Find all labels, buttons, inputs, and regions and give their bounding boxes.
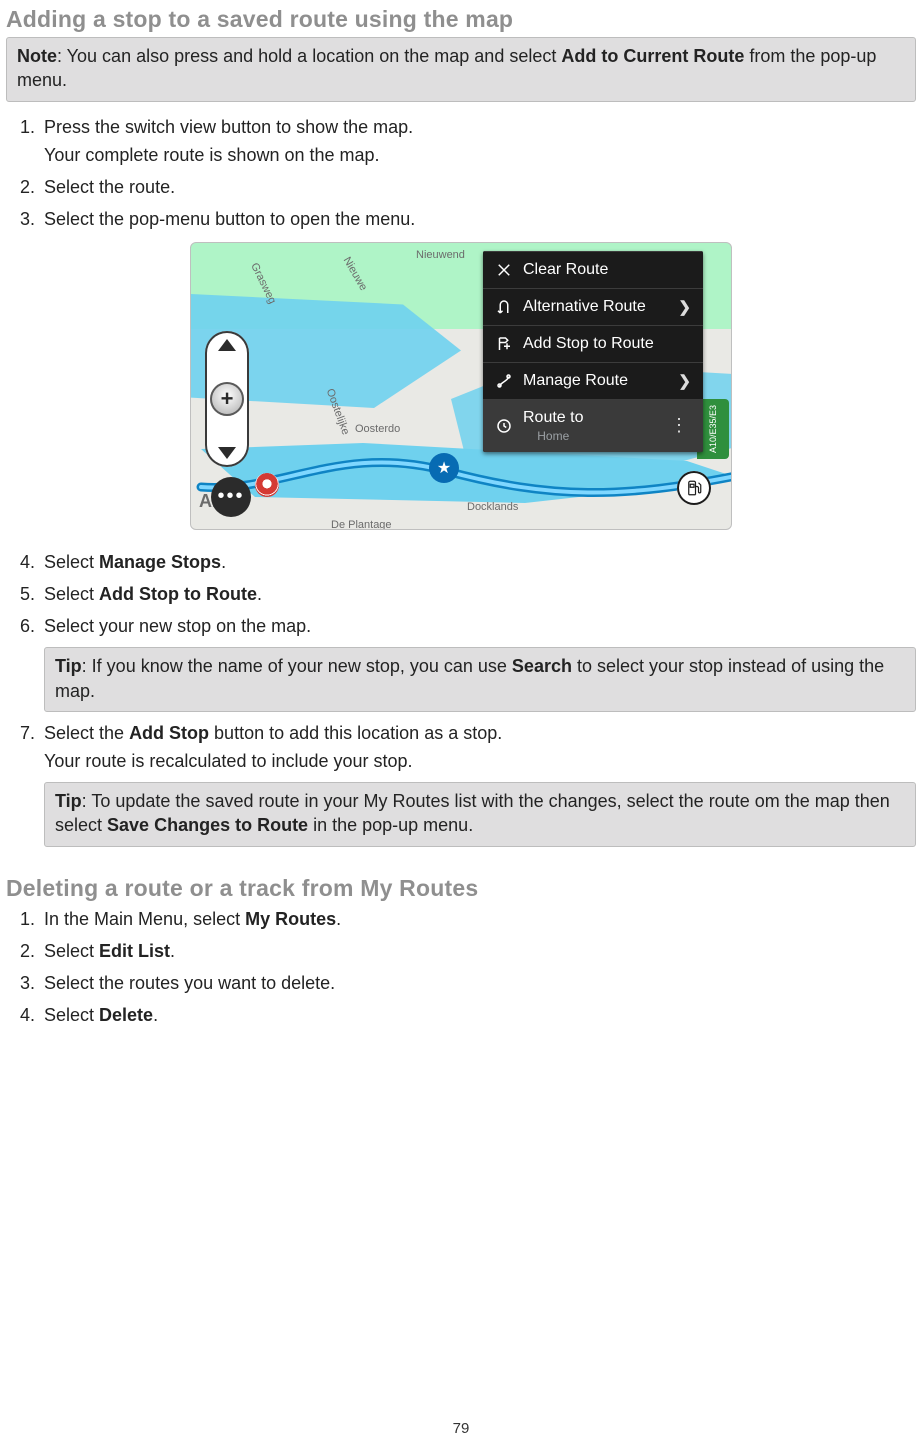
- route-popup-menu: Clear Route Alternative Route ❯ Add Stop…: [483, 251, 703, 452]
- menu-label: Add Stop to Route: [523, 335, 654, 353]
- heading-delete-route: Deleting a route or a track from My Rout…: [6, 875, 916, 902]
- step-3: Select the pop-menu button to open the m…: [40, 206, 916, 232]
- txt: .: [170, 941, 175, 961]
- tip-prefix: Tip: [55, 791, 82, 811]
- note-box: Note: You can also press and hold a loca…: [6, 37, 916, 102]
- chevron-right-icon: ❯: [678, 372, 691, 390]
- txt: Select: [44, 552, 99, 572]
- map-street-label: Docklands: [467, 501, 518, 513]
- txt: .: [153, 1005, 158, 1025]
- steps-list-2: In the Main Menu, select My Routes. Sele…: [6, 906, 916, 1028]
- menu-item-add-stop[interactable]: Add Stop to Route: [483, 325, 703, 362]
- step-5: Select Add Stop to Route.: [40, 581, 916, 607]
- tip-box-2: Tip: To update the saved route in your M…: [44, 782, 916, 847]
- txt: in the pop-up menu.: [308, 815, 473, 835]
- menu-label: Clear Route: [523, 261, 608, 279]
- step-2: Select the route.: [40, 174, 916, 200]
- map-figure-wrap: ★ Grasweg Nieuwe Nieuwend Sumatrakade Oo…: [6, 242, 916, 535]
- note-text-1: : You can also press and hold a location…: [57, 46, 561, 66]
- step-6: Select your new stop on the map. Tip: If…: [40, 613, 916, 712]
- bold: Save Changes to Route: [107, 815, 308, 835]
- step-1a: Press the switch view button to show the…: [44, 117, 413, 137]
- menu-label: Manage Route: [523, 372, 628, 390]
- steps-list-1: Press the switch view button to show the…: [6, 114, 916, 232]
- map-street-label: De Plantage: [331, 519, 392, 530]
- bold: Add Stop to Route: [99, 584, 257, 604]
- bold: Edit List: [99, 941, 170, 961]
- map-street-label: Nieuwe: [341, 255, 370, 293]
- map-street-label: Oosterdo: [355, 423, 400, 435]
- menu-label: Route to: [523, 409, 583, 427]
- chevron-right-icon: ❯: [678, 298, 691, 316]
- txt: .: [257, 584, 262, 604]
- route-start-marker: [255, 473, 279, 497]
- txt: Select: [44, 584, 99, 604]
- txt: Select: [44, 1005, 99, 1025]
- close-icon: [495, 261, 513, 279]
- step-1: Press the switch view button to show the…: [40, 114, 916, 168]
- tip-box-1: Tip: If you know the name of your new st…: [44, 647, 916, 712]
- step-7b: Your route is recalculated to include yo…: [44, 748, 916, 774]
- del-step-1: In the Main Menu, select My Routes.: [40, 906, 916, 932]
- step-6-text: Select your new stop on the map.: [44, 616, 311, 636]
- map-more-button[interactable]: •••: [211, 477, 251, 517]
- txt: : If you know the name of your new stop,…: [82, 656, 512, 676]
- route-waypoint-star[interactable]: ★: [429, 453, 459, 483]
- menu-item-route-to[interactable]: Route to Home ⋮: [483, 399, 703, 452]
- menu-item-alternative-route[interactable]: Alternative Route ❯: [483, 288, 703, 325]
- more-vertical-icon[interactable]: ⋮: [670, 415, 691, 436]
- heading-add-stop: Adding a stop to a saved route using the…: [6, 6, 916, 33]
- map-street-label: Nieuwend: [416, 249, 465, 261]
- alt-route-icon: [495, 298, 513, 316]
- add-stop-icon: [495, 335, 513, 353]
- map-screenshot: ★ Grasweg Nieuwe Nieuwend Sumatrakade Oo…: [190, 242, 732, 530]
- txt: button to add this location as a stop.: [209, 723, 502, 743]
- gas-station-icon[interactable]: [677, 471, 711, 505]
- menu-sublabel: Home: [523, 429, 583, 443]
- txt: Select the: [44, 723, 129, 743]
- step-4: Select Manage Stops.: [40, 549, 916, 575]
- zoom-out-icon[interactable]: [218, 447, 236, 459]
- zoom-in-icon[interactable]: [218, 339, 236, 351]
- txt: .: [336, 909, 341, 929]
- steps-list-1b: Select Manage Stops. Select Add Stop to …: [6, 549, 916, 847]
- menu-item-manage-route[interactable]: Manage Route ❯: [483, 362, 703, 399]
- menu-label: Alternative Route: [523, 298, 646, 316]
- page-number: 79: [0, 1420, 922, 1437]
- txt: .: [221, 552, 226, 572]
- note-bold: Add to Current Route: [561, 46, 744, 66]
- bold: Manage Stops: [99, 552, 221, 572]
- txt: In the Main Menu, select: [44, 909, 245, 929]
- step-7: Select the Add Stop button to add this l…: [40, 720, 916, 847]
- tip-prefix: Tip: [55, 656, 82, 676]
- clock-icon: [495, 417, 513, 435]
- bold: Search: [512, 656, 572, 676]
- bold: Add Stop: [129, 723, 209, 743]
- del-step-3: Select the routes you want to delete.: [40, 970, 916, 996]
- txt: Select: [44, 941, 99, 961]
- zoom-control[interactable]: +: [205, 331, 249, 467]
- bold: Delete: [99, 1005, 153, 1025]
- note-prefix: Note: [17, 46, 57, 66]
- zoom-mid-button[interactable]: +: [210, 382, 244, 416]
- menu-item-clear-route[interactable]: Clear Route: [483, 251, 703, 288]
- del-step-2: Select Edit List.: [40, 938, 916, 964]
- del-step-4: Select Delete.: [40, 1002, 916, 1028]
- step-1b: Your complete route is shown on the map.: [44, 142, 916, 168]
- bold: My Routes: [245, 909, 336, 929]
- manage-route-icon: [495, 372, 513, 390]
